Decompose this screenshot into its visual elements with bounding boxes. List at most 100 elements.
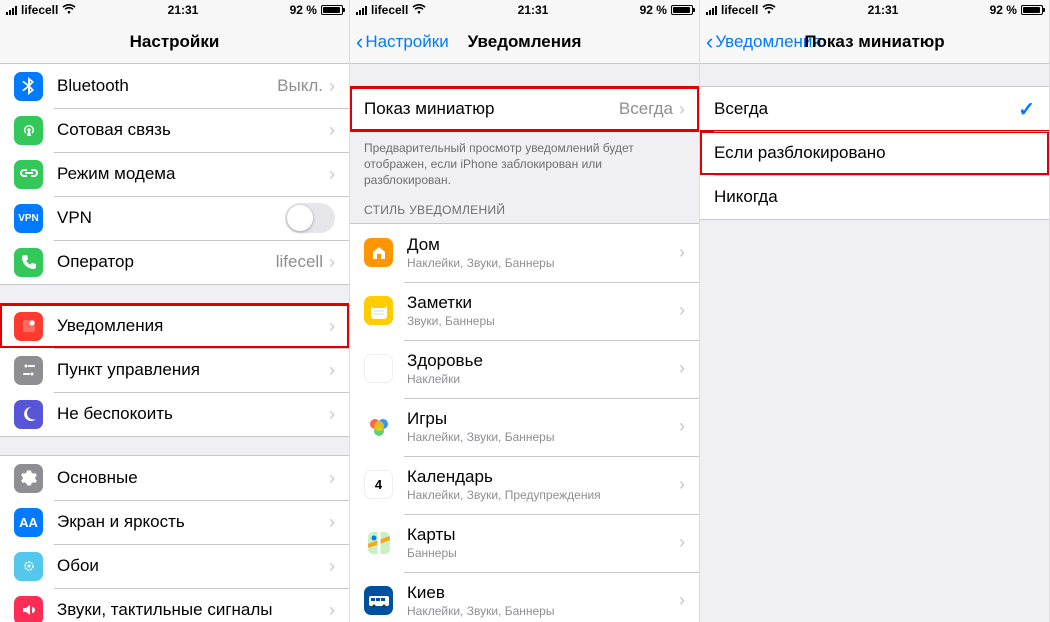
back-label: Настройки [365, 32, 448, 52]
row-carrier[interactable]: Оператор lifecell › [0, 240, 349, 284]
screen-notifications: lifecell 21:31 92 % ‹ Настройки Уведомле… [350, 0, 700, 622]
row-display[interactable]: AA Экран и яркость › [0, 500, 349, 544]
row-label: Bluetooth [57, 76, 277, 96]
heart-icon: ♥ [364, 354, 393, 383]
app-sub: Звуки, Баннеры [407, 314, 679, 328]
gamecenter-icon [364, 412, 393, 441]
link-icon [14, 160, 43, 189]
chevron-right-icon: › [679, 300, 685, 321]
nav-bar: Настройки [0, 20, 349, 64]
section-header-style: СТИЛЬ УВЕДОМЛЕНИЙ [350, 197, 699, 223]
row-cellular[interactable]: Сотовая связь › [0, 108, 349, 152]
row-sounds[interactable]: Звуки, тактильные сигналы › [0, 588, 349, 622]
chevron-right-icon: › [679, 242, 685, 263]
app-label: Карты [407, 525, 679, 545]
chevron-right-icon: › [679, 474, 685, 495]
battery-icon [321, 5, 343, 15]
row-hotspot[interactable]: Режим модема › [0, 152, 349, 196]
chevron-left-icon: ‹ [356, 29, 363, 55]
signal-icon [356, 6, 367, 15]
option-label: Если разблокировано [714, 143, 1035, 163]
screen-preview-options: lifecell 21:31 92 % ‹ Уведомления Показ … [700, 0, 1050, 622]
row-label: Не беспокоить [57, 404, 329, 424]
notes-icon [364, 296, 393, 325]
app-row-notes[interactable]: Заметки Звуки, Баннеры › [350, 282, 699, 340]
antenna-icon [14, 116, 43, 145]
option-always[interactable]: Всегда ✓ [700, 87, 1049, 131]
display-icon: AA [14, 508, 43, 537]
row-label: Пункт управления [57, 360, 329, 380]
app-label: Дом [407, 235, 679, 255]
row-wallpaper[interactable]: Обои › [0, 544, 349, 588]
home-app-icon [364, 238, 393, 267]
moon-icon [14, 400, 43, 429]
nav-bar: ‹ Настройки Уведомления [350, 20, 699, 64]
status-bar: lifecell 21:31 92 % [350, 0, 699, 20]
status-bar: lifecell 21:31 92 % [700, 0, 1049, 20]
row-dnd[interactable]: Не беспокоить › [0, 392, 349, 436]
option-label: Никогда [714, 187, 1035, 207]
chevron-right-icon: › [329, 468, 335, 489]
chevron-right-icon: › [329, 76, 335, 97]
status-time: 21:31 [868, 3, 899, 17]
chevron-right-icon: › [679, 99, 685, 120]
status-bar: lifecell 21:31 92 % [0, 0, 349, 20]
app-sub: Баннеры [407, 546, 679, 560]
row-value: lifecell [276, 252, 323, 272]
option-never[interactable]: Никогда [700, 175, 1049, 219]
battery-icon [1021, 5, 1043, 15]
notifications-icon [14, 312, 43, 341]
row-value: Всегда [619, 99, 673, 119]
checkmark-icon: ✓ [1018, 97, 1035, 122]
option-when-unlocked[interactable]: Если разблокировано [700, 131, 1049, 175]
back-label: Уведомления [715, 32, 821, 52]
maps-icon [364, 528, 393, 557]
back-button[interactable]: ‹ Уведомления [700, 29, 822, 55]
wifi-icon [412, 3, 426, 17]
app-sub: Наклейки, Звуки, Предупреждения [407, 488, 679, 502]
row-control-center[interactable]: Пункт управления › [0, 348, 349, 392]
row-bluetooth[interactable]: Bluetooth Выкл. › [0, 64, 349, 108]
row-label: Уведомления [57, 316, 329, 336]
app-row-kyiv[interactable]: Киев Наклейки, Звуки, Баннеры › [350, 572, 699, 622]
chevron-right-icon: › [679, 532, 685, 553]
vpn-toggle[interactable] [285, 203, 335, 233]
back-button[interactable]: ‹ Настройки [350, 29, 449, 55]
battery-pct: 92 % [290, 3, 317, 17]
app-sub: Наклейки, Звуки, Баннеры [407, 604, 679, 618]
carrier-label: lifecell [371, 3, 408, 17]
control-center-icon [14, 356, 43, 385]
nav-bar: ‹ Уведомления Показ миниатюр [700, 20, 1049, 64]
carrier-label: lifecell [21, 3, 58, 17]
app-row-health[interactable]: ♥ Здоровье Наклейки › [350, 340, 699, 398]
row-label: Звуки, тактильные сигналы [57, 600, 329, 620]
row-label: Обои [57, 556, 329, 576]
wallpaper-icon [14, 552, 43, 581]
app-label: Календарь [407, 467, 679, 487]
battery-icon [671, 5, 693, 15]
row-label: VPN [57, 208, 285, 228]
app-label: Игры [407, 409, 679, 429]
wifi-icon [762, 3, 776, 17]
app-sub: Наклейки, Звуки, Баннеры [407, 430, 679, 444]
chevron-right-icon: › [329, 600, 335, 621]
option-label: Всегда [714, 99, 1018, 119]
row-value: Выкл. [277, 76, 323, 96]
app-row-maps[interactable]: Карты Баннеры › [350, 514, 699, 572]
row-preview[interactable]: Показ миниатюр Всегда › [350, 87, 699, 131]
kyiv-app-icon [364, 586, 393, 615]
app-label: Киев [407, 583, 679, 603]
signal-icon [706, 6, 717, 15]
app-row-games[interactable]: Игры Наклейки, Звуки, Баннеры › [350, 398, 699, 456]
app-label: Здоровье [407, 351, 679, 371]
row-label: Показ миниатюр [364, 99, 619, 119]
row-notifications[interactable]: Уведомления › [0, 304, 349, 348]
calendar-icon: 4 [364, 470, 393, 499]
row-vpn[interactable]: VPN VPN [0, 196, 349, 240]
app-row-calendar[interactable]: 4 Календарь Наклейки, Звуки, Предупрежде… [350, 456, 699, 514]
battery-pct: 92 % [990, 3, 1017, 17]
chevron-right-icon: › [329, 360, 335, 381]
row-general[interactable]: Основные › [0, 456, 349, 500]
app-row-home[interactable]: Дом Наклейки, Звуки, Баннеры › [350, 224, 699, 282]
chevron-right-icon: › [329, 404, 335, 425]
